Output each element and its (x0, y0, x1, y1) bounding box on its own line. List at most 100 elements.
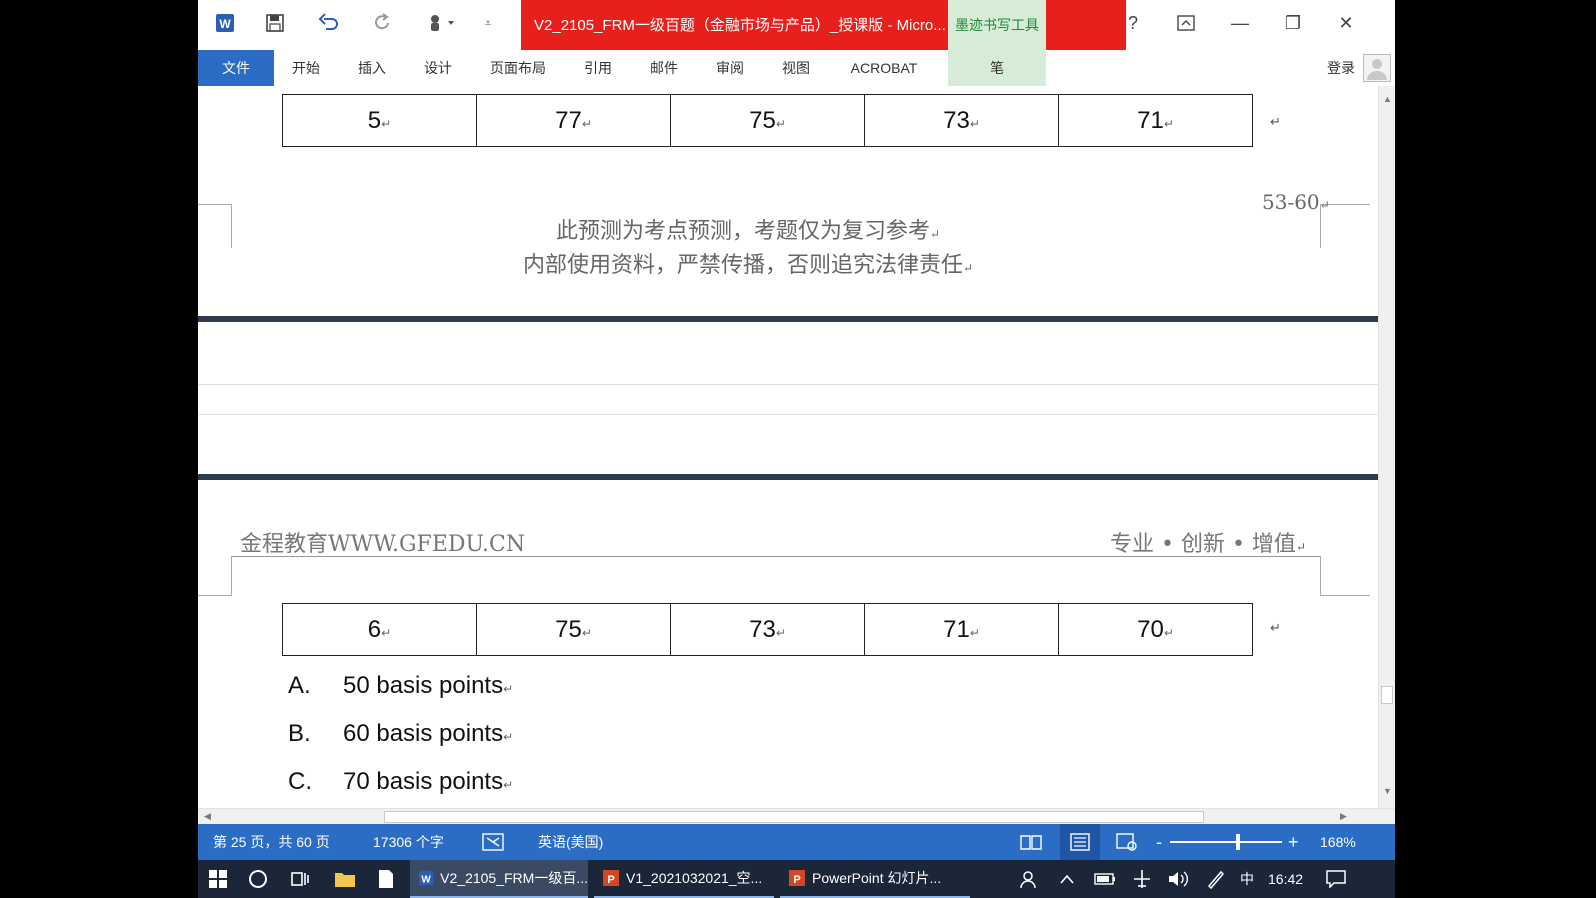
airplane-mode-icon[interactable] (1132, 860, 1152, 898)
volume-icon[interactable] (1168, 860, 1190, 898)
task-view-icon[interactable] (290, 860, 310, 898)
file-explorer-icon[interactable] (334, 860, 356, 898)
scroll-right-icon[interactable]: ▶ (1340, 811, 1347, 822)
scroll-down-icon[interactable]: ▼ (1383, 786, 1392, 796)
taskbar-item-label: V2_2105_FRM一级百... (440, 870, 588, 886)
zoom-level[interactable]: 168% (1320, 824, 1356, 860)
horizontal-scrollbar[interactable]: ◀ ▶ (198, 808, 1395, 824)
close-button[interactable]: ✕ (1326, 10, 1366, 36)
table-cell: 5↵ (282, 94, 477, 147)
vertical-scroll-thumb[interactable] (1381, 686, 1393, 704)
sign-in-link[interactable]: 登录 (1327, 54, 1355, 82)
page-gap-line (198, 384, 1378, 385)
tray-expand-icon[interactable] (1060, 860, 1074, 898)
table-cell: 70↵ (1058, 603, 1253, 656)
ink-tools-context-tab[interactable]: 墨迹书写工具 (948, 0, 1046, 50)
header-right-slogan: 专业 • 创新 • 增值↵ (1110, 532, 1306, 557)
data-table-row-6: 6↵ 75↵ 73↵ 71↵ 70↵ (282, 603, 1253, 656)
action-center-icon[interactable] (1326, 860, 1346, 898)
table-cell: 75↵ (670, 94, 865, 147)
page-count-status[interactable]: 第 25 页，共 60 页 (213, 824, 330, 860)
windows-start-icon[interactable] (208, 860, 228, 898)
tab-acrobat[interactable]: ACROBAT (836, 50, 932, 86)
tab-mailings[interactable]: 邮件 (638, 50, 690, 86)
read-mode-icon[interactable] (1020, 824, 1042, 860)
language-status[interactable]: 英语(美国) (538, 824, 603, 860)
input-method-indicator[interactable]: 中 (1240, 860, 1254, 898)
taskbar-item-label: V1_2021032021_空... (626, 870, 763, 886)
help-button[interactable]: ? (1113, 10, 1153, 36)
word-app-icon[interactable]: W (212, 10, 238, 36)
powerpoint-icon: P (789, 870, 805, 886)
tab-file[interactable]: 文件 (198, 50, 274, 86)
print-layout-icon[interactable] (1060, 824, 1100, 860)
svg-text:P: P (607, 874, 614, 886)
zoom-slider-thumb[interactable] (1236, 834, 1240, 850)
document-area[interactable]: 5↵ 77↵ 75↵ 73↵ 71↵ ↵ 53-60↵ 此预测为考点预测，考题仅… (198, 86, 1378, 808)
taskbar-item-word[interactable]: W V2_2105_FRM一级百... (410, 860, 588, 898)
proofing-icon[interactable] (482, 824, 504, 860)
user-icon (1367, 59, 1387, 80)
table-cell: 73↵ (864, 94, 1059, 147)
web-layout-icon[interactable] (1116, 824, 1138, 860)
svg-text:P: P (793, 874, 800, 886)
word-window: W ⩡ V2_2105_FRM一级百题（金融市场与产品）_授课版 - Micro… (198, 0, 1395, 898)
disclaimer-line-2: 内部使用资料，严禁传播，否则追究法律责任↵ (522, 253, 974, 278)
tab-insert[interactable]: 插入 (346, 50, 398, 86)
tab-home[interactable]: 开始 (280, 50, 332, 86)
avatar[interactable] (1363, 54, 1391, 82)
battery-icon[interactable] (1094, 860, 1116, 898)
redo-icon[interactable] (370, 10, 396, 36)
tab-pen[interactable]: 笔 (948, 50, 1046, 86)
crop-mark (198, 556, 232, 596)
zoom-in-button[interactable]: + (1288, 824, 1299, 860)
pen-icon[interactable] (1206, 860, 1226, 898)
taskbar-item-powerpoint-1[interactable]: P V1_2021032021_空... (594, 860, 774, 898)
tab-layout[interactable]: 页面布局 (478, 50, 558, 86)
svg-text:W: W (219, 17, 231, 31)
document-icon[interactable] (378, 860, 394, 898)
data-table-row-5: 5↵ 77↵ 75↵ 73↵ 71↵ (282, 94, 1253, 147)
answer-option-b: B. 60 basis points↵ (288, 720, 514, 747)
word-icon: W (418, 870, 434, 885)
footer-disclaimer: 此预测为考点预测，考题仅为复习参考↵ 内部使用资料，严禁传播，否则追究法律责任↵ (398, 216, 1098, 284)
clock[interactable]: 16:42 (1268, 860, 1303, 898)
zoom-out-button[interactable]: - (1156, 824, 1162, 860)
vertical-scrollbar[interactable]: ▲ ▼ (1378, 86, 1395, 808)
tab-design[interactable]: 设计 (412, 50, 464, 86)
restore-button[interactable]: ❐ (1273, 10, 1313, 36)
minimize-button[interactable]: — (1220, 10, 1260, 36)
tab-review[interactable]: 审阅 (704, 50, 756, 86)
page-break-rule (198, 474, 1378, 480)
scroll-left-icon[interactable]: ◀ (204, 811, 211, 822)
people-icon[interactable] (1020, 860, 1040, 898)
zoom-slider[interactable] (1170, 824, 1282, 860)
row-end-mark: ↵ (1270, 620, 1281, 635)
ribbon-tabs: 文件 开始 插入 设计 页面布局 引用 邮件 审阅 视图 ACROBAT 笔 登… (198, 50, 1395, 86)
touch-mode-icon[interactable] (424, 10, 458, 36)
ribbon-display-options-button[interactable] (1166, 10, 1206, 36)
customize-toolbar-icon[interactable]: ⩡ (478, 10, 498, 36)
tab-references[interactable]: 引用 (572, 50, 624, 86)
window-title: V2_2105_FRM一级百题（金融市场与产品）_授课版 - Micro... (534, 17, 946, 34)
table-cell: 73↵ (670, 603, 865, 656)
page-gap-line (198, 414, 1378, 415)
taskbar-item-powerpoint-2[interactable]: P PowerPoint 幻灯片... (780, 860, 970, 898)
crop-mark (198, 204, 232, 248)
horizontal-scroll-thumb[interactable] (384, 811, 1204, 823)
undo-icon[interactable] (316, 10, 342, 36)
disclaimer-line-1: 此预测为考点预测，考题仅为复习参考↵ (555, 219, 941, 244)
zoom-slider-track (1170, 834, 1282, 850)
scroll-up-icon[interactable]: ▲ (1383, 94, 1392, 104)
tab-view[interactable]: 视图 (770, 50, 822, 86)
status-bar: 第 25 页，共 60 页 17306 个字 英语(美国) - + 168% (198, 824, 1395, 860)
table-cell: 71↵ (864, 603, 1059, 656)
search-icon[interactable] (248, 860, 268, 898)
svg-text:W: W (421, 874, 431, 885)
word-count-status[interactable]: 17306 个字 (373, 824, 444, 860)
table-cell: 6↵ (282, 603, 477, 656)
table-cell: 77↵ (476, 94, 671, 147)
windows-taskbar: W V2_2105_FRM一级百... P V1_2021032021_空...… (198, 860, 1395, 898)
ribbon-display-icon (1177, 15, 1195, 31)
save-icon[interactable] (262, 10, 288, 36)
